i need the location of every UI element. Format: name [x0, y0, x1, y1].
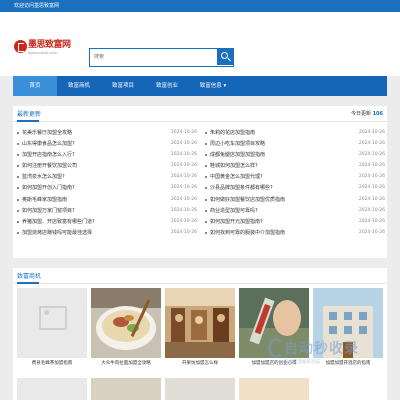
list-item[interactable]: 奥斯毛峰家加盟指南 2024-10-26 — [17, 194, 197, 205]
list-item[interactable]: 如何加盟万家门窗项目? 2024-10-26 — [17, 205, 197, 216]
business-card-next[interactable] — [165, 378, 235, 400]
list-item[interactable]: 加盟开店指南怎么入行? 2024-10-26 — [17, 149, 197, 160]
card-caption: 大众牛肉拉面加盟全攻略 — [101, 361, 151, 366]
main-nav: 首页 致富商机 致富项目 致富创业 致富信息 ▾ — [13, 76, 387, 96]
list-item[interactable]: 如何做好加盟餐饮店加盟优质指南 2024-10-26 — [205, 194, 385, 205]
list-item[interactable]: 商业造型加盟可靠吗? 2024-10-26 — [205, 205, 385, 216]
nav-item-home[interactable]: 首页 — [13, 76, 57, 96]
business-card-next[interactable] — [239, 378, 309, 400]
list-item[interactable]: 山东得康食品怎么加盟? 2024-10-26 — [17, 138, 197, 149]
business-title: 致富商机 — [17, 273, 42, 280]
card-image — [165, 288, 235, 358]
today-count: 106 — [372, 111, 383, 117]
list-item[interactable]: 如何注册开餐饮加盟公司 2024-10-26 — [17, 160, 197, 171]
list-item[interactable]: 鞋城如何加盟怎么样? 2024-10-26 — [205, 160, 385, 171]
business-card-next[interactable] — [91, 378, 161, 400]
top-bar: 欢迎访问墨思致富网 — [0, 0, 400, 12]
nav-item-business[interactable]: 致富商机 — [57, 76, 101, 96]
logo-icon — [14, 40, 27, 53]
watermark-sub: 技术交流站长论坛 — [284, 360, 320, 365]
watermark-brand: 自动秒收录 — [284, 341, 359, 357]
noodle-bowl-photo — [91, 288, 161, 358]
welcome-text: 欢迎访问墨思致富网 — [14, 3, 60, 9]
list-item[interactable]: 如何加盟开元加盟指南? 2024-10-26 — [205, 216, 385, 227]
latest-list-right: 朱莉的花店加盟指南 2024-10-26 周边小吃车加盟项目攻略 2024-10-2… — [205, 127, 385, 238]
list-item[interactable]: 朱莉的花店加盟指南 2024-10-26 — [205, 127, 385, 138]
card-caption: 开果坊加盟怎么样 — [182, 361, 218, 366]
list-item[interactable]: 养猪加盟、开店致富有哪些门道? 2024-10-26 — [17, 216, 197, 227]
header: 墨思致富网 www.mosisi.com — [0, 12, 400, 76]
card-image — [91, 288, 161, 358]
nav-item-startup[interactable]: 致富创业 — [145, 76, 189, 96]
latest-panel: 最新更新 今日更新 106 花美乐餐厅加盟全攻略 2024-10-26 山东得康食… — [13, 106, 387, 258]
business-card[interactable]: 大众牛肉拉面加盟全攻略 — [91, 288, 161, 370]
card-image — [17, 288, 87, 358]
list-item[interactable]: 如何找到可靠的服装中介加盟指南 2024-10-26 — [205, 227, 385, 238]
nav-item-projects[interactable]: 致富项目 — [101, 76, 145, 96]
image-placeholder-icon — [39, 306, 67, 330]
watermark: 自动秒收录 技术交流站长论坛 — [268, 330, 388, 380]
latest-header: 最新更新 今日更新 106 — [13, 106, 387, 122]
latest-list-left: 花美乐餐厅加盟全攻略 2024-10-26 山东得康食品怎么加盟? 2024-10-… — [17, 127, 197, 238]
list-item[interactable]: 蓝湾泉水怎么加盟? 2024-10-26 — [17, 171, 197, 182]
search-button[interactable] — [217, 49, 233, 65]
list-item[interactable]: 如何加盟开创入门指南? 2024-10-26 — [17, 182, 197, 193]
list-item[interactable]: 花美乐餐厅加盟全攻略 2024-10-26 — [17, 127, 197, 138]
site-logo[interactable]: 墨思致富网 www.mosisi.com — [14, 37, 74, 59]
business-card-next[interactable] — [17, 378, 87, 400]
business-header: 致富商机 — [13, 268, 387, 284]
today-update: 今日更新 106 — [350, 111, 383, 117]
list-item[interactable]: 加盟烧烤店赚钱吗可能最佳选择 2024-10-26 — [17, 227, 197, 238]
card-caption: 费县毛峰茶加盟指南 — [31, 361, 73, 366]
nav-item-info[interactable]: 致富信息 ▾ — [189, 76, 237, 96]
watermark-logo-icon — [268, 338, 284, 358]
list-item[interactable]: 沙县品牌加盟条件都有哪些? 2024-10-26 — [205, 182, 385, 193]
business-card[interactable]: 开果坊加盟怎么样 — [165, 288, 235, 370]
logo-url: www.mosisi.com — [28, 51, 58, 55]
search-input[interactable] — [90, 49, 217, 65]
list-item[interactable]: 中国黄金怎么加盟代理? 2024-10-26 — [205, 171, 385, 182]
latest-title: 最新更新 — [17, 111, 42, 118]
list-item[interactable]: 周边小吃车加盟项目攻略 2024-10-26 — [205, 138, 385, 149]
list-item[interactable]: 成都兔腿店加盟加盟指南 2024-10-26 — [205, 149, 385, 160]
logo-name: 墨思致富网 — [28, 40, 71, 50]
search-box — [89, 48, 234, 67]
business-card[interactable]: 费县毛峰茶加盟指南 — [17, 288, 87, 370]
shop-interior-photo — [165, 288, 235, 358]
